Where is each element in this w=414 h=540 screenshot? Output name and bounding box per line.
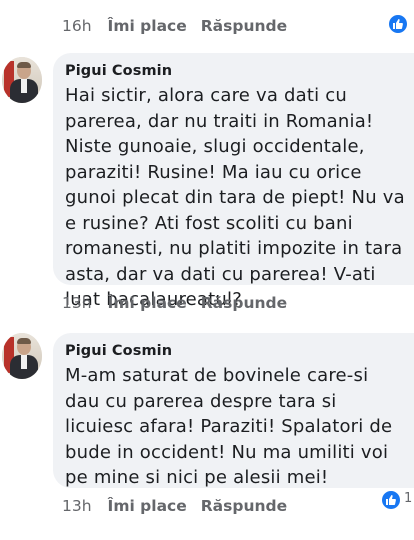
comment-actions-top: 16h Îmi place Răspunde (62, 17, 287, 35)
comment-text: M-am saturat de bovinele care-si dau cu … (65, 365, 393, 488)
comment-time: 16h (62, 17, 92, 35)
avatar[interactable] (2, 333, 42, 379)
comment-author[interactable]: Pigui Cosmin (65, 343, 406, 359)
like-link[interactable]: Îmi place (108, 294, 187, 312)
reaction-count: 1 (404, 491, 413, 506)
like-reaction-icon[interactable] (380, 489, 402, 511)
comment-time: 13h (62, 497, 92, 515)
reply-link[interactable]: Răspunde (201, 294, 287, 312)
comment-bubble: Pigui Cosmin M-am saturat de bovinele ca… (53, 333, 414, 488)
comment-actions: 13h Îmi place Răspunde (62, 497, 287, 515)
comment-bubble: Pigui Cosmin Hai sictir, alora care va d… (53, 53, 414, 310)
like-reaction-icon[interactable] (387, 13, 409, 35)
comment-actions: 13h Îmi place Răspunde (62, 294, 287, 312)
reply-link[interactable]: Răspunde (201, 497, 287, 515)
comment-time: 13h (62, 294, 92, 312)
comment-author[interactable]: Pigui Cosmin (65, 63, 406, 79)
comment-text: Hai sictir, alora care va dati cu parere… (65, 85, 405, 310)
reply-link[interactable]: Răspunde (201, 17, 287, 35)
like-link[interactable]: Îmi place (108, 497, 187, 515)
avatar[interactable] (2, 57, 42, 103)
like-link[interactable]: Îmi place (108, 17, 187, 35)
